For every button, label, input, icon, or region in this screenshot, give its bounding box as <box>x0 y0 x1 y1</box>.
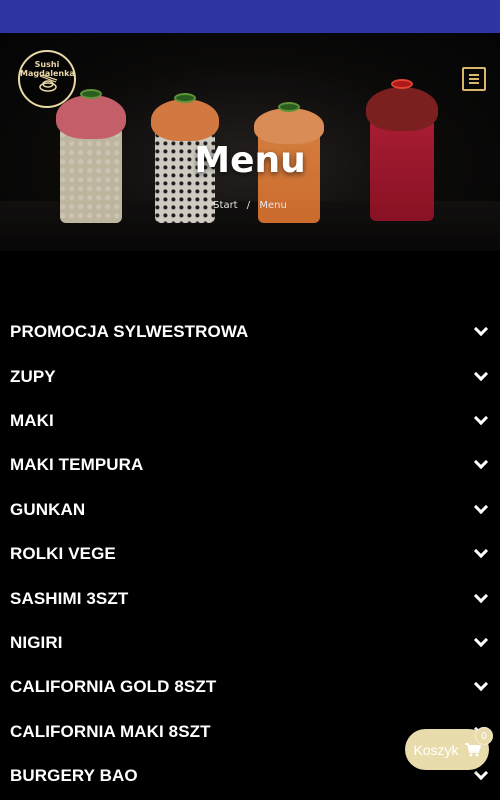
cart-label: Koszyk <box>413 741 459 758</box>
category-label: MAKI <box>10 410 54 430</box>
category-label: NIGIRI <box>10 632 63 652</box>
category-item[interactable]: GUNKAN <box>0 488 500 532</box>
category-item[interactable]: ZUPY <box>0 354 500 398</box>
category-label: MAKI TEMPURA <box>10 455 144 475</box>
category-item[interactable]: ROLKI VEGE <box>0 532 500 576</box>
hamburger-line <box>469 78 479 80</box>
chevron-down-icon <box>473 544 489 559</box>
category-item[interactable]: MAKI TEMPURA <box>0 443 500 487</box>
category-label: PROMOCJA SYLWESTROWA <box>10 322 249 342</box>
chevron-down-icon <box>473 588 489 603</box>
category-item[interactable]: SASHIMI 3SZT <box>0 576 500 620</box>
hamburger-line <box>469 82 479 84</box>
category-list: PROMOCJA SYLWESTROWA ZUPY MAKI MAKI TEMP… <box>0 310 500 798</box>
breadcrumb-separator: / <box>246 200 251 211</box>
category-label: ZUPY <box>10 366 56 386</box>
cart-button[interactable]: Koszyk 0 <box>405 727 493 770</box>
cart-count-badge: 0 <box>475 727 493 745</box>
chevron-down-icon <box>473 322 489 337</box>
chevron-down-icon <box>473 455 489 470</box>
category-item[interactable]: NIGIRI <box>0 621 500 665</box>
breadcrumb: Start / Menu <box>0 200 500 211</box>
category-label: BURGERY BAO <box>10 766 138 786</box>
breadcrumb-current: Menu <box>259 200 287 211</box>
hamburger-menu-icon <box>469 74 479 76</box>
breadcrumb-start-link[interactable]: Start <box>213 200 237 211</box>
hamburger-menu-button[interactable] <box>462 67 486 91</box>
page-title: Menu <box>194 140 306 181</box>
chevron-down-icon <box>473 632 489 647</box>
category-label: SASHIMI 3SZT <box>10 588 129 608</box>
chevron-down-icon <box>473 366 489 381</box>
cart-icon <box>464 742 481 756</box>
category-item[interactable]: CALIFORNIA GOLD 8SZT <box>0 665 500 709</box>
category-label: CALIFORNIA MAKI 8SZT <box>10 721 211 741</box>
site-logo[interactable]: Sushi Magdalenka <box>18 50 76 108</box>
category-label: CALIFORNIA GOLD 8SZT <box>10 677 217 697</box>
category-item[interactable]: PROMOCJA SYLWESTROWA <box>0 310 500 354</box>
category-label: GUNKAN <box>10 499 86 519</box>
chevron-down-icon <box>473 677 489 692</box>
category-item[interactable]: MAKI <box>0 399 500 443</box>
sushi-logo-icon <box>39 74 58 92</box>
category-label: ROLKI VEGE <box>10 544 116 564</box>
top-bar <box>0 0 500 33</box>
chevron-down-icon <box>473 410 489 426</box>
chevron-down-icon <box>473 499 489 514</box>
